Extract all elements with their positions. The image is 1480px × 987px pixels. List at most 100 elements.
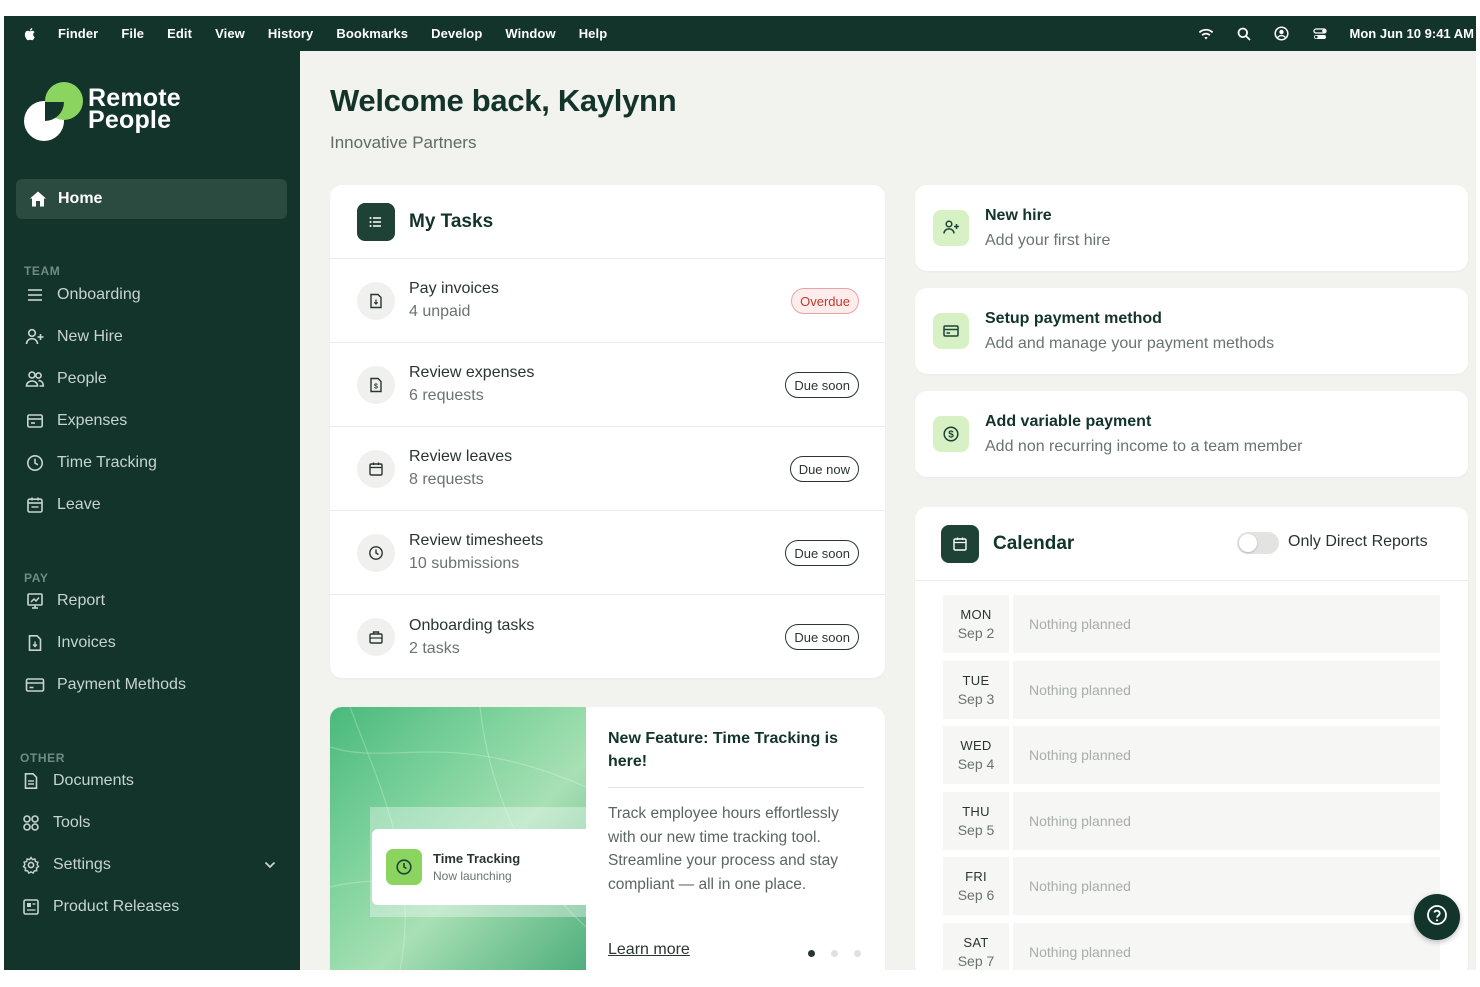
sidebar-section-other: OTHER (20, 751, 65, 765)
sidebar-item-documents[interactable]: Documents (20, 767, 134, 795)
my-tasks-title: My Tasks (409, 210, 494, 232)
dollar-icon: $ (933, 416, 969, 452)
sidebar-item-label: Expenses (57, 412, 128, 429)
sidebar-item-label: Product Releases (53, 898, 180, 915)
setup-payment-card[interactable]: Setup payment method Add and manage your… (915, 288, 1468, 374)
action-title: Setup payment method (985, 309, 1162, 327)
task-subtitle: 8 requests (409, 471, 484, 488)
carousel-dot[interactable] (808, 950, 815, 957)
sidebar-item-onboarding[interactable]: Onboarding (24, 281, 141, 309)
briefcase-icon (357, 618, 395, 656)
day-of-week: WED (960, 738, 992, 753)
sidebar-item-label: Leave (57, 496, 101, 513)
new-hire-card[interactable]: New hire Add your first hire (915, 185, 1468, 271)
sidebar-item-invoices[interactable]: Invoices (24, 629, 116, 657)
feature-illustration: Time Tracking Now launching (330, 707, 586, 970)
menu-window[interactable]: Window (505, 26, 555, 41)
credit-card-icon (933, 313, 969, 349)
task-row[interactable]: $ Review expenses 6 requests Due soon (330, 343, 885, 427)
calendar-card: Calendar Only Direct Reports MON Sep 2 N… (915, 507, 1468, 970)
sidebar-item-leave[interactable]: Leave (24, 491, 101, 519)
toggle-label: Only Direct Reports (1288, 533, 1428, 550)
wifi-icon[interactable] (1198, 26, 1214, 42)
calendar-list: MON Sep 2 Nothing planned TUE Sep 3 Noth… (943, 595, 1440, 970)
sidebar-item-label: Time Tracking (57, 454, 157, 471)
user-account-icon[interactable] (1274, 26, 1290, 42)
direct-reports-toggle[interactable] (1237, 532, 1279, 554)
help-button[interactable] (1414, 894, 1460, 940)
add-user-icon (24, 326, 46, 348)
calendar-day-row[interactable]: TUE Sep 3 Nothing planned (943, 660, 1440, 727)
main-content: Welcome back, Kaylynn Innovative Partner… (300, 51, 1476, 970)
toggle-knob (1239, 534, 1257, 552)
sidebar-item-label: Documents (53, 772, 134, 789)
sidebar-item-report[interactable]: Report (24, 587, 105, 615)
menu-view[interactable]: View (215, 26, 245, 41)
calendar-date: THU Sep 5 (943, 791, 1009, 850)
day-events: Nothing planned (1013, 595, 1440, 653)
calendar-date: MON Sep 2 (943, 595, 1009, 653)
menu-edit[interactable]: Edit (167, 26, 192, 41)
task-row[interactable]: Pay invoices 4 unpaid Overdue (330, 259, 885, 343)
apple-icon[interactable] (22, 26, 38, 42)
task-title: Pay invoices (409, 280, 499, 297)
calendar-title: Calendar (993, 532, 1075, 554)
menu-bookmarks[interactable]: Bookmarks (336, 26, 408, 41)
feature-description: Track employee hours effortlessly with o… (608, 805, 839, 893)
sidebar-item-expenses[interactable]: Expenses (24, 407, 127, 435)
task-row[interactable]: Review timesheets 10 submissions Due soo… (330, 511, 885, 595)
calendar-day-row[interactable]: MON Sep 2 Nothing planned (943, 595, 1440, 661)
sidebar-item-new-hire[interactable]: New Hire (24, 323, 123, 351)
sidebar-item-tools[interactable]: Tools (20, 809, 90, 837)
feature-announcement-card: Time Tracking Now launching New Feature:… (330, 707, 885, 970)
task-row[interactable]: Review leaves 8 requests Due now (330, 427, 885, 511)
wallet-icon (24, 410, 46, 432)
menu-develop[interactable]: Develop (431, 26, 482, 41)
app-logo[interactable]: Remote People (24, 81, 224, 151)
document-icon (20, 770, 42, 792)
status-badge: Overdue (791, 288, 859, 314)
spotlight-search-icon[interactable] (1236, 26, 1252, 42)
menu-finder[interactable]: Finder (58, 26, 98, 41)
sidebar-item-label: New Hire (57, 328, 123, 345)
company-name: Innovative Partners (330, 133, 477, 152)
sidebar-item-settings[interactable]: Settings (20, 851, 111, 879)
calendar-day-row[interactable]: SAT Sep 7 Nothing planned (943, 922, 1440, 970)
action-subtitle: Add non recurring income to a team membe… (985, 437, 1303, 455)
sidebar: Remote People Home TEAM Onboarding New H… (4, 51, 300, 970)
variable-payment-card[interactable]: $ Add variable payment Add non recurring… (915, 391, 1468, 477)
sidebar-item-label: People (57, 370, 107, 387)
calendar-day-row[interactable]: THU Sep 5 Nothing planned (943, 791, 1440, 858)
day-of-week: THU (962, 803, 990, 819)
carousel-dot[interactable] (831, 950, 838, 957)
sidebar-item-product-releases[interactable]: Product Releases (20, 893, 179, 921)
control-center-icon[interactable] (1312, 26, 1328, 42)
chevron-down-icon[interactable] (262, 857, 278, 873)
sidebar-item-label: Invoices (57, 634, 116, 651)
sidebar-item-home[interactable]: Home (16, 179, 287, 219)
learn-more-link[interactable]: Learn more (608, 941, 690, 959)
carousel-dot[interactable] (854, 950, 861, 957)
menu-history[interactable]: History (268, 26, 314, 41)
invoice-icon (24, 632, 46, 654)
calendar-day-row[interactable]: WED Sep 4 Nothing planned (943, 726, 1440, 792)
task-subtitle: 2 tasks (409, 639, 460, 657)
action-title: New hire (985, 206, 1052, 224)
sidebar-item-people[interactable]: People (24, 365, 107, 393)
menu-help[interactable]: Help (579, 26, 608, 41)
status-badge: Due soon (785, 624, 859, 650)
chart-report-icon (24, 590, 46, 612)
day-date: Sep 7 (957, 952, 995, 969)
my-tasks-header: My Tasks (330, 185, 885, 259)
status-badge: Due soon (785, 540, 859, 566)
status-badge: Due soon (785, 372, 859, 398)
sidebar-item-time-tracking[interactable]: Time Tracking (24, 449, 157, 477)
task-row[interactable]: Onboarding tasks 2 tasks Due soon (330, 595, 885, 678)
task-title: Review leaves (409, 448, 513, 465)
calendar-day-row[interactable]: FRI Sep 6 Nothing planned (943, 857, 1440, 923)
day-of-week: TUE (962, 672, 990, 688)
action-subtitle: Add your first hire (985, 231, 1111, 249)
sidebar-item-payment-methods[interactable]: Payment Methods (24, 671, 186, 699)
action-subtitle: Add and manage your payment methods (985, 334, 1275, 352)
menu-file[interactable]: File (121, 26, 144, 41)
